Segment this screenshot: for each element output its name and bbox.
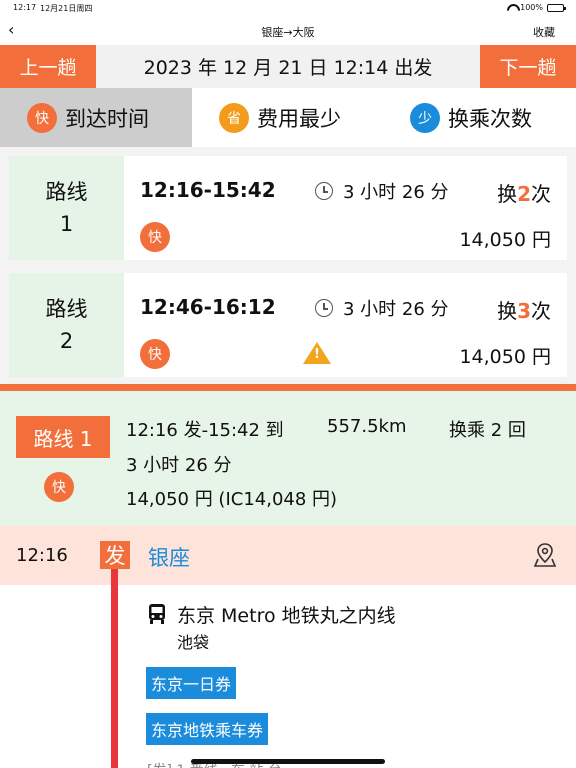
route-summary: 路线 1 快 12:16 发-15:42 到 557.5km 换乘 2 回 3 …	[0, 391, 576, 526]
few-transfers-icon: 少	[410, 102, 440, 133]
summary-fare: 14,050 円 (IC14,048 円)	[126, 489, 338, 510]
line-name: 东京 Metro 地铁丸之内线	[177, 605, 396, 627]
fast-badge-icon: 快	[140, 222, 170, 252]
page-title: 银座→大阪	[261, 26, 315, 39]
route-time: 12:16-15:42	[140, 178, 276, 202]
wifi-icon	[507, 4, 516, 11]
fast-badge-icon: 快	[140, 339, 170, 369]
tab-label: 到达时间	[65, 106, 149, 131]
next-train-button[interactable]: 下一趟	[480, 45, 576, 88]
tab-label: 费用最少	[257, 106, 341, 131]
status-date: 12月21日周四	[40, 4, 93, 13]
departure-station-row: 12:16 发 银座	[0, 526, 576, 585]
summary-duration: 3 小时 26 分	[126, 455, 232, 476]
tab-label: 换乘次数	[448, 106, 532, 131]
station-time: 12:16	[16, 545, 68, 566]
route-number: 2	[59, 329, 74, 353]
sort-tabs: 快 到达时间 省 费用最少 少 换乘次数	[0, 88, 576, 147]
tab-lowest-fare[interactable]: 省 费用最少	[219, 88, 341, 147]
status-right: 100%	[507, 3, 566, 12]
route-transfers: 换3次	[497, 299, 551, 323]
route-label: 路线 2	[9, 273, 124, 377]
route-line-track	[111, 569, 118, 768]
battery-percent: 100%	[520, 3, 543, 12]
battery-icon	[547, 3, 566, 12]
clock-icon	[315, 299, 333, 317]
previous-train-button[interactable]: 上一趟	[0, 45, 96, 88]
departure-mark: 发	[100, 541, 130, 569]
duration-text: 3 小时 26 分	[343, 299, 449, 320]
route-transfers: 换2次	[497, 182, 551, 206]
route-label: 路线 1	[9, 156, 124, 260]
tab-arrival-time[interactable]: 快 到达时间	[0, 88, 192, 147]
cheap-icon: 省	[219, 102, 249, 133]
route-number: 1	[59, 212, 74, 236]
route-card[interactable]: 路线 2 12:46-16:12 3 小时 26 分 换3次 快 ! 14,05…	[9, 273, 567, 377]
route-card[interactable]: 路线 1 12:16-15:42 3 小时 26 分 换2次 快 14,050 …	[9, 156, 567, 260]
status-time: 12:17	[13, 3, 37, 12]
map-pin-icon[interactable]	[533, 542, 557, 568]
route-time: 12:46-16:12	[140, 295, 276, 319]
route-label-text: 路线	[45, 180, 88, 204]
line-direction: 池袋	[177, 633, 210, 652]
ticket-tag-metro-ticket[interactable]: 东京地铁乘车券	[146, 713, 269, 745]
route-duration: 3 小时 26 分	[315, 295, 449, 321]
ticket-tag-tokyo-day-pass[interactable]: 东京一日券	[146, 667, 237, 699]
departure-datetime[interactable]: 2023 年 12 月 21 日 12:14 出发	[96, 45, 480, 88]
summary-distance: 557.5km	[327, 416, 407, 437]
warning-icon: !	[303, 342, 331, 364]
station-name-link[interactable]: 银座	[148, 542, 190, 572]
summary-route-tag: 路线 1	[16, 416, 110, 458]
home-indicator[interactable]	[191, 759, 385, 764]
date-row: 上一趟 2023 年 12 月 21 日 12:14 出发 下一趟	[0, 45, 576, 88]
route-duration: 3 小时 26 分	[315, 178, 449, 204]
fast-icon: 快	[27, 102, 57, 133]
route-label-text: 路线	[45, 297, 88, 321]
duration-text: 3 小时 26 分	[343, 182, 449, 203]
summary-transfers: 换乘 2 回	[449, 420, 526, 441]
route-fare: 14,050 円	[459, 229, 551, 251]
status-bar: 12:17 12月21日周四 100%	[0, 0, 576, 16]
route-fare: 14,050 円	[459, 346, 551, 368]
nav-bar: ‹ 银座→大阪 收藏	[0, 16, 576, 45]
favorite-button[interactable]: 收藏	[533, 24, 555, 40]
fast-badge-icon: 快	[44, 472, 74, 502]
tab-fewest-transfers[interactable]: 少 换乘次数	[410, 88, 532, 147]
section-divider	[0, 384, 576, 391]
bus-icon	[149, 604, 165, 624]
summary-times: 12:16 发-15:42 到	[126, 420, 284, 441]
clock-icon	[315, 182, 333, 200]
route-list: 路线 1 12:16-15:42 3 小时 26 分 换2次 快 14,050 …	[0, 147, 576, 384]
